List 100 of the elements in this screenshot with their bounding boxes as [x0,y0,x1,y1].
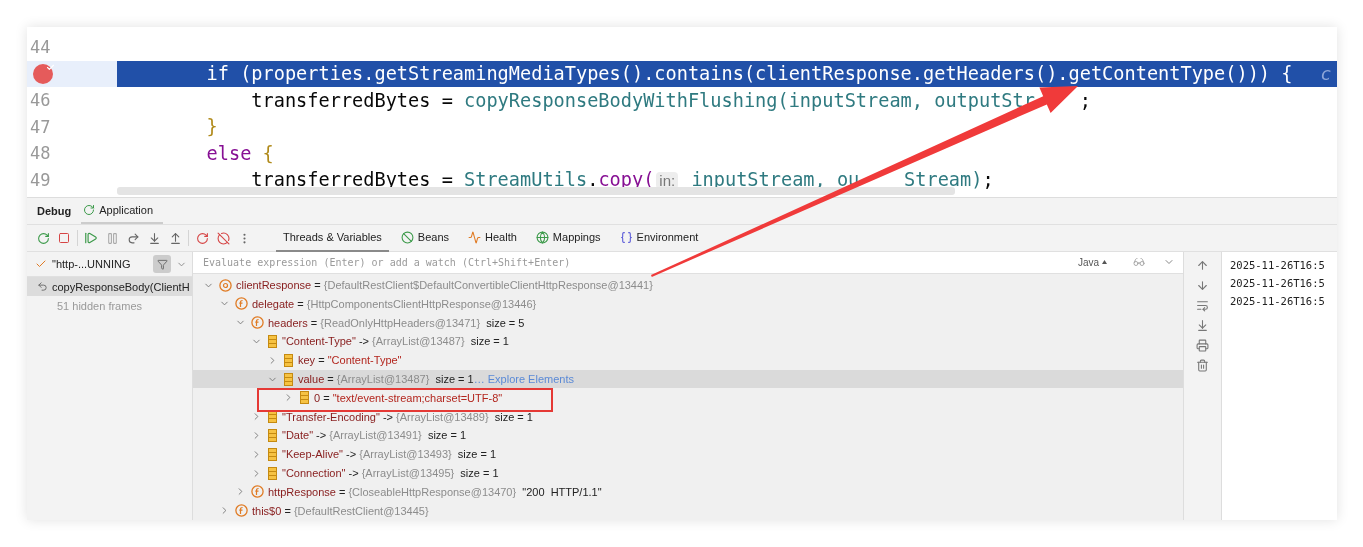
field-icon [251,316,264,330]
variable-row[interactable]: "Keep-Alive" -> {ArrayList@13493} size = 1 [193,444,1183,464]
variable-value: {ArrayList@13487} [336,373,430,385]
filter-icon[interactable] [153,255,172,273]
watch-icon[interactable] [1133,256,1145,269]
down-icon[interactable] [1196,279,1209,292]
tool-tab[interactable]: Debug [35,198,82,224]
variable-row[interactable]: "Date" -> {ArrayList@13491} size = 1 [193,426,1183,445]
view-tab[interactable]: Mappings [528,224,608,252]
list-icon [284,372,293,386]
list-icon [268,428,277,442]
variable-value: {ArrayList@13489} [396,410,489,423]
language-selector[interactable]: Java [1077,256,1107,268]
stop-icon[interactable] [56,230,72,246]
operator: -> [315,429,328,442]
up-icon[interactable] [1196,259,1209,272]
trash-icon[interactable] [1196,359,1209,372]
globe-icon [535,230,549,244]
operator: = [309,316,319,329]
console-line: 2025-11-26T16:5 [1230,258,1326,273]
line-number: 44 [30,37,51,58]
operator: = [322,391,331,404]
variable-detail: size = 1 [434,373,474,385]
variable-name: value [298,373,325,385]
scroll-end-icon[interactable] [1196,319,1209,332]
operator: = [313,279,322,292]
pulse-icon [468,230,482,244]
variable-row[interactable]: this$0 = {DefaultRestClient@13445} [193,501,1183,520]
parameter-icon [219,278,232,292]
print-icon[interactable] [1196,339,1209,352]
list-icon [268,466,277,480]
list-icon [268,410,277,424]
braces-icon [619,230,633,244]
variable-name: "Connection" [282,467,346,479]
code-text: transferredBytes = copyResponseBodyWithFlushing(inputStream, outputStr ; [250,89,1091,111]
scrollbar[interactable] [117,187,955,195]
variable-value: {ArrayList@13491} [329,429,422,442]
check-icon [35,258,47,270]
variable-row[interactable]: 0 = "text/event-stream;charset=UTF-8" [193,388,1183,408]
field-icon [235,504,248,518]
line-number: 49 [30,169,51,190]
rerun-icon[interactable] [35,230,51,246]
list-icon [268,334,277,348]
view-tab[interactable]: Health [461,224,524,252]
variable-name: 0 [314,391,321,404]
variable-name: delegate [252,297,295,310]
operator: -> [357,335,370,348]
return-icon [37,281,48,292]
resume-icon[interactable] [83,230,99,246]
variable-row[interactable]: clientResponse = {DefaultRestClient$DefaultConvertibleClientHttpResponse@13441} [193,275,1183,295]
variable-row[interactable]: value = {ArrayList@13487} size = 1… Explore Elements [193,369,1183,389]
variable-value: {ReadOnlyHttpHeaders@13471} [320,316,481,329]
variable-row[interactable]: httpResponse = {CloseableHttpResponse@13470} "200 HTTP/1.1" [193,482,1183,502]
variable-value: {ArrayList@13487} [372,335,465,348]
mute-breakpoints-icon[interactable] [215,230,231,246]
stack-frame[interactable]: copyResponseBody(ClientH [27,277,192,296]
variable-name: httpResponse [268,485,336,498]
code-text: if (properties.getStreamingMediaTypes().contains(clientResponse.getHeaders().getContentType())) { c [205,63,1332,85]
variable-row[interactable]: "Transfer-Encoding" -> {ArrayList@13489} size = 1 [193,407,1183,426]
variable-detail: "200 HTTP/1.1" [521,485,602,498]
line-number: 48 [30,143,51,164]
variable-value: {HttpComponentsClientHttpResponse@13446} [306,297,537,310]
operator: = [283,504,292,517]
variable-row[interactable]: key = "Content-Type" [193,350,1183,370]
variable-name: clientResponse [236,279,312,292]
wrap-icon[interactable] [1196,299,1209,312]
operator: = [317,354,326,367]
variable-value: "text/event-stream;charset=UTF-8" [332,391,503,404]
variable-detail: size = 5 [485,316,525,329]
caret-icon [1102,260,1107,265]
operator: -> [345,448,358,461]
view-tab[interactable]: Environment [612,224,706,252]
field-icon [235,297,248,311]
variable-detail: size = 1 [456,448,497,461]
variable-value: {DefaultRestClient@13445} [293,504,429,517]
variable-detail: size = 1 [469,335,509,348]
variable-value: {CloseableHttpResponse@13470} [348,485,517,498]
evaluate-field[interactable]: Evaluate expression (Enter) or add a watch (Ctrl+Shift+Enter) Java [193,252,1183,274]
thread-name: "http-...UNNING [52,258,131,270]
variable-detail: size = 1 [459,467,499,479]
variable-name: "Date" [282,429,314,442]
variable-name: "Keep-Alive" [282,448,343,461]
variable-row[interactable]: "Connection" -> {ArrayList@13495} size = 1 [193,463,1183,483]
breakpoint-icon[interactable] [33,63,53,84]
field-icon [251,485,264,499]
list-icon [284,353,293,367]
variable-row[interactable]: headers = {ReadOnlyHttpHeaders@13471} size = 5 [193,313,1183,333]
code-text: } [205,116,218,138]
console-line: 2025-11-26T16:5 [1230,294,1326,309]
variable-value: {DefaultRestClient$DefaultConvertibleClientHttpResponse@13441} [323,279,653,292]
operator: = [296,297,305,310]
variable-row[interactable]: "Content-Type" -> {ArrayList@13487} size = 1 [193,332,1183,351]
variable-row[interactable]: delegate = {HttpComponentsClientHttpResponse@13446} [193,294,1183,314]
view-tab[interactable]: Beans [393,224,457,252]
variable-detail: size = 1 [426,429,467,442]
variable-name: this$0 [252,504,282,517]
line-number: 47 [30,116,51,137]
tool-tab[interactable]: Application [81,198,164,224]
variable-name: "Transfer-Encoding" [282,410,380,423]
list-icon [268,447,277,461]
